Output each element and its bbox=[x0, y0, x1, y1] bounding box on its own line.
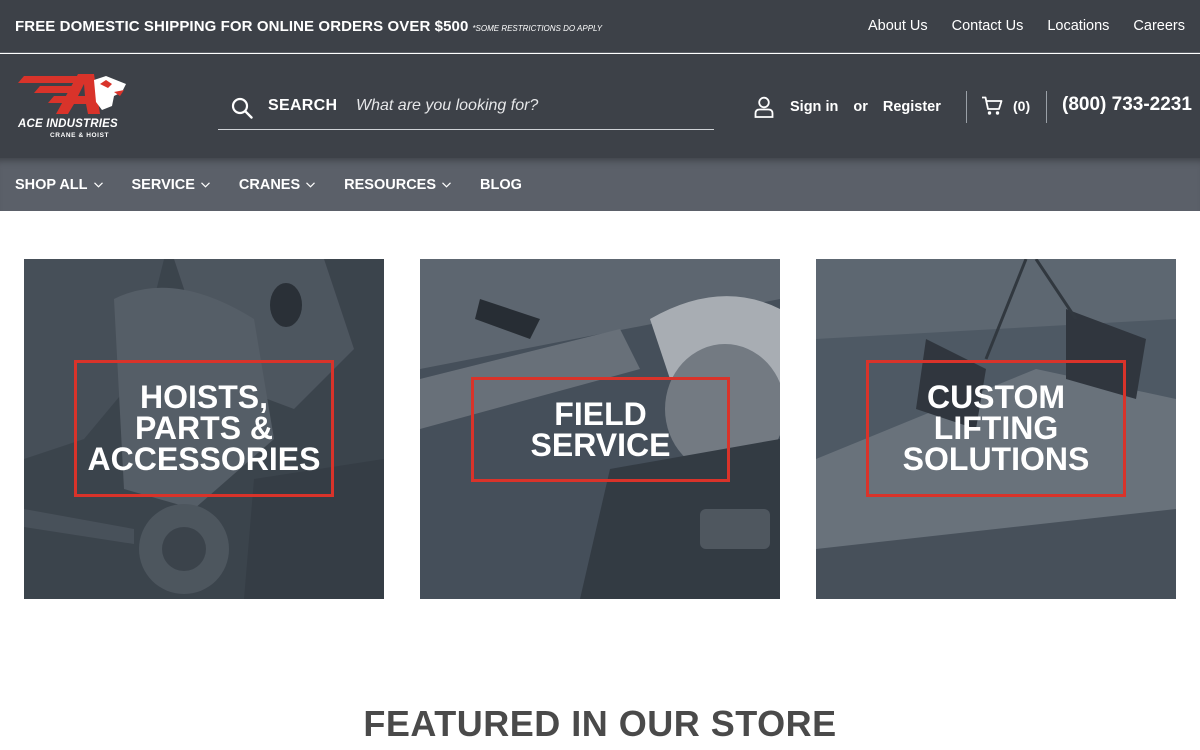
nav-label: CRANES bbox=[238, 177, 301, 193]
search-bar[interactable]: SEARCH bbox=[218, 82, 714, 130]
shipping-promo: FREE DOMESTIC SHIPPING FOR ONLINE ORDERS… bbox=[15, 18, 602, 35]
promo-text: FREE DOMESTIC SHIPPING FOR ONLINE ORDERS… bbox=[15, 18, 469, 35]
careers-link[interactable]: Careers bbox=[1133, 18, 1185, 34]
or-text: or bbox=[853, 99, 868, 115]
about-us-link[interactable]: About Us bbox=[868, 18, 928, 34]
chevron-down-icon bbox=[200, 182, 210, 188]
logo-subtext: CRANE & HOIST bbox=[50, 132, 110, 139]
register-link[interactable]: Register bbox=[883, 99, 941, 115]
nav-service[interactable]: SERVICE bbox=[132, 177, 210, 193]
phone-number[interactable]: (800) 733-2231 bbox=[1062, 94, 1192, 116]
nav-label: SERVICE bbox=[131, 177, 195, 193]
cart-button[interactable]: (0) bbox=[981, 96, 1030, 116]
nav-cranes[interactable]: CRANES bbox=[238, 177, 316, 193]
user-icon[interactable] bbox=[754, 96, 774, 118]
sign-in-link[interactable]: Sign in bbox=[790, 99, 838, 115]
tile-hoists-parts-accessories[interactable]: HOISTS, PARTS & ACCESSORIES bbox=[24, 259, 384, 599]
logo-mark bbox=[18, 74, 126, 114]
utility-links: About Us Contact Us Locations Careers bbox=[868, 18, 1185, 34]
nav-resources[interactable]: RESOURCES bbox=[344, 177, 451, 193]
contact-us-link[interactable]: Contact Us bbox=[952, 18, 1024, 34]
header-divider bbox=[966, 91, 967, 123]
locations-link[interactable]: Locations bbox=[1047, 18, 1109, 34]
chevron-down-icon bbox=[93, 182, 103, 188]
header-divider bbox=[1046, 91, 1047, 123]
promo-note: *SOME RESTRICTIONS DO APPLY bbox=[472, 24, 603, 33]
tile-title: CUSTOM LIFTING SOLUTIONS bbox=[902, 379, 1090, 477]
nav-shop-all[interactable]: SHOP ALL bbox=[15, 177, 103, 193]
nav-label: BLOG bbox=[480, 177, 522, 193]
tile-title: FIELD SERVICE bbox=[530, 395, 671, 463]
search-label: SEARCH bbox=[268, 97, 338, 114]
search-input[interactable] bbox=[356, 92, 696, 120]
top-bar: FREE DOMESTIC SHIPPING FOR ONLINE ORDERS… bbox=[0, 0, 1200, 53]
tile-label-box: FIELD SERVICE bbox=[471, 377, 730, 482]
logo-text: ACE INDUSTRIES bbox=[18, 118, 118, 130]
nav-label: SHOP ALL bbox=[15, 177, 88, 193]
site-logo[interactable]: ACE INDUSTRIES CRANE & HOIST bbox=[16, 74, 161, 144]
nav-blog[interactable]: BLOG bbox=[480, 177, 522, 193]
account-links: Sign in or Register bbox=[754, 96, 941, 118]
chevron-down-icon bbox=[306, 182, 316, 188]
tile-field-service[interactable]: FIELD SERVICE bbox=[420, 259, 780, 599]
cart-count: (0) bbox=[1013, 98, 1031, 114]
tile-custom-lifting-solutions[interactable]: CUSTOM LIFTING SOLUTIONS bbox=[816, 259, 1176, 599]
featured-heading: FEATURED IN OUR STORE bbox=[363, 703, 837, 744]
nav-label: RESOURCES bbox=[344, 177, 437, 193]
main-nav: SHOP ALL SERVICE CRANES RESOURCES BLOG bbox=[0, 158, 1200, 211]
cart-icon bbox=[982, 96, 1003, 115]
site-header: ACE INDUSTRIES CRANE & HOIST SEARCH Sign… bbox=[0, 54, 1200, 158]
tile-title: HOISTS, PARTS & ACCESSORIES bbox=[87, 379, 321, 477]
tile-label-box: CUSTOM LIFTING SOLUTIONS bbox=[866, 360, 1126, 497]
chevron-down-icon bbox=[442, 182, 451, 188]
search-icon[interactable] bbox=[231, 97, 253, 119]
tile-label-box: HOISTS, PARTS & ACCESSORIES bbox=[74, 360, 334, 497]
